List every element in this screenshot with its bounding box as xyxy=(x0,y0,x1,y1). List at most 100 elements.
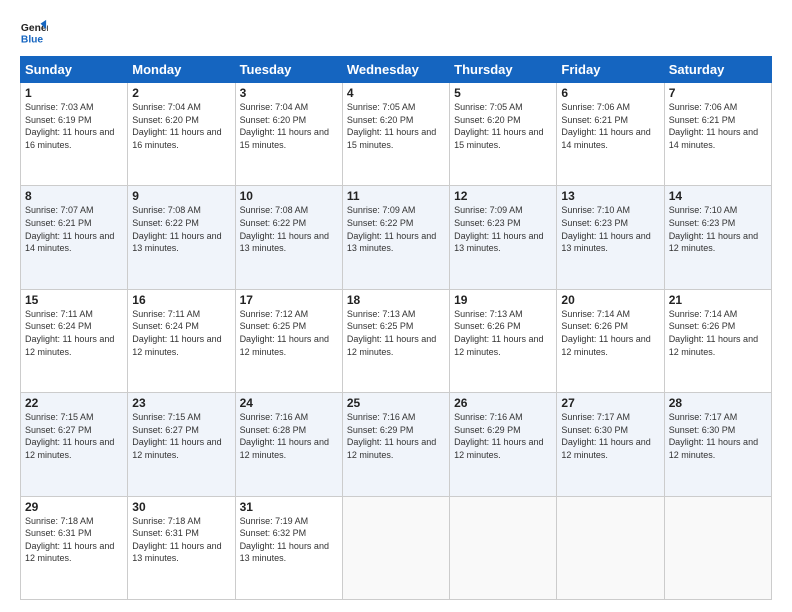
calendar-cell: 13 Sunrise: 7:10 AMSunset: 6:23 PMDayligh… xyxy=(557,186,664,289)
day-number: 25 xyxy=(347,396,445,410)
calendar-cell: 30Sunrise: 7:18 AMSunset: 6:31 PMDayligh… xyxy=(128,496,235,599)
day-info: Sunrise: 7:05 AMSunset: 6:20 PMDaylight:… xyxy=(454,102,543,150)
calendar-weekday-friday: Friday xyxy=(557,57,664,83)
day-info: Sunrise: 7:16 AMSunset: 6:28 PMDaylight:… xyxy=(240,412,329,460)
calendar-cell: 28 Sunrise: 7:17 AMSunset: 6:30 PMDayligh… xyxy=(664,393,771,496)
day-info: Sunrise: 7:13 AMSunset: 6:25 PMDaylight:… xyxy=(347,309,436,357)
calendar-cell: 26 Sunrise: 7:16 AMSunset: 6:29 PMDayligh… xyxy=(450,393,557,496)
day-info: Sunrise: 7:09 AMSunset: 6:22 PMDaylight:… xyxy=(347,205,436,253)
day-info: Sunrise: 7:08 AMSunset: 6:22 PMDaylight:… xyxy=(132,205,221,253)
day-number: 17 xyxy=(240,293,338,307)
day-info: Sunrise: 7:15 AMSunset: 6:27 PMDaylight:… xyxy=(132,412,221,460)
calendar-week-row: 29 Sunrise: 7:18 AMSunset: 6:31 PMDayligh… xyxy=(21,496,772,599)
day-info: Sunrise: 7:14 AMSunset: 6:26 PMDaylight:… xyxy=(561,309,650,357)
svg-text:Blue: Blue xyxy=(21,34,44,45)
calendar-cell: 21 Sunrise: 7:14 AMSunset: 6:26 PMDayligh… xyxy=(664,289,771,392)
day-number: 24 xyxy=(240,396,338,410)
day-info: Sunrise: 7:06 AMSunset: 6:21 PMDaylight:… xyxy=(669,102,758,150)
calendar-week-row: 22 Sunrise: 7:15 AMSunset: 6:27 PMDayligh… xyxy=(21,393,772,496)
day-number: 20 xyxy=(561,293,659,307)
day-number: 9 xyxy=(132,189,230,203)
day-info: Sunrise: 7:07 AMSunset: 6:21 PMDaylight:… xyxy=(25,205,114,253)
calendar-cell: 1Sunrise: 7:03 AMSunset: 6:19 PMDaylight… xyxy=(21,83,128,186)
day-number: 2 xyxy=(132,86,230,100)
calendar-header-row: SundayMondayTuesdayWednesdayThursdayFrid… xyxy=(21,57,772,83)
calendar-cell: 16 Sunrise: 7:11 AMSunset: 6:24 PMDayligh… xyxy=(128,289,235,392)
day-number: 11 xyxy=(347,189,445,203)
calendar-cell: 10 Sunrise: 7:08 AMSunset: 6:22 PMDayligh… xyxy=(235,186,342,289)
day-number: 15 xyxy=(25,293,123,307)
day-number: 5 xyxy=(454,86,552,100)
calendar-cell: 29 Sunrise: 7:18 AMSunset: 6:31 PMDayligh… xyxy=(21,496,128,599)
day-number: 26 xyxy=(454,396,552,410)
day-info: Sunrise: 7:11 AMSunset: 6:24 PMDaylight:… xyxy=(25,309,114,357)
calendar-cell: 15 Sunrise: 7:11 AMSunset: 6:24 PMDayligh… xyxy=(21,289,128,392)
calendar-week-row: 1Sunrise: 7:03 AMSunset: 6:19 PMDaylight… xyxy=(21,83,772,186)
calendar-cell: 3 Sunrise: 7:04 AMSunset: 6:20 PMDaylight… xyxy=(235,83,342,186)
day-number: 12 xyxy=(454,189,552,203)
day-number: 8 xyxy=(25,189,123,203)
calendar-cell: 4 Sunrise: 7:05 AMSunset: 6:20 PMDaylight… xyxy=(342,83,449,186)
day-info: Sunrise: 7:19 AMSunset: 6:32 PMDaylight:… xyxy=(240,516,329,564)
calendar-cell: 25 Sunrise: 7:16 AMSunset: 6:29 PMDayligh… xyxy=(342,393,449,496)
calendar-week-row: 8 Sunrise: 7:07 AMSunset: 6:21 PMDaylight… xyxy=(21,186,772,289)
day-number: 14 xyxy=(669,189,767,203)
day-info: Sunrise: 7:13 AMSunset: 6:26 PMDaylight:… xyxy=(454,309,543,357)
day-number: 21 xyxy=(669,293,767,307)
day-number: 19 xyxy=(454,293,552,307)
calendar-cell: 31 Sunrise: 7:19 AMSunset: 6:32 PMDayligh… xyxy=(235,496,342,599)
calendar-weekday-wednesday: Wednesday xyxy=(342,57,449,83)
calendar-cell: 8 Sunrise: 7:07 AMSunset: 6:21 PMDaylight… xyxy=(21,186,128,289)
day-info: Sunrise: 7:17 AMSunset: 6:30 PMDaylight:… xyxy=(561,412,650,460)
calendar-cell: 6 Sunrise: 7:06 AMSunset: 6:21 PMDaylight… xyxy=(557,83,664,186)
calendar-cell: 20 Sunrise: 7:14 AMSunset: 6:26 PMDayligh… xyxy=(557,289,664,392)
day-number: 28 xyxy=(669,396,767,410)
day-info: Sunrise: 7:11 AMSunset: 6:24 PMDaylight:… xyxy=(132,309,221,357)
day-info: Sunrise: 7:04 AMSunset: 6:20 PMDaylight:… xyxy=(240,102,329,150)
day-info: Sunrise: 7:17 AMSunset: 6:30 PMDaylight:… xyxy=(669,412,758,460)
calendar-weekday-thursday: Thursday xyxy=(450,57,557,83)
calendar-weekday-sunday: Sunday xyxy=(21,57,128,83)
day-number: 4 xyxy=(347,86,445,100)
calendar-cell: 19 Sunrise: 7:13 AMSunset: 6:26 PMDayligh… xyxy=(450,289,557,392)
day-number: 13 xyxy=(561,189,659,203)
day-number: 3 xyxy=(240,86,338,100)
day-number: 31 xyxy=(240,500,338,514)
calendar-cell xyxy=(342,496,449,599)
day-info: Sunrise: 7:05 AMSunset: 6:20 PMDaylight:… xyxy=(347,102,436,150)
calendar-cell: 11 Sunrise: 7:09 AMSunset: 6:22 PMDayligh… xyxy=(342,186,449,289)
calendar-cell: 14Sunrise: 7:10 AMSunset: 6:23 PMDayligh… xyxy=(664,186,771,289)
day-info: Sunrise: 7:16 AMSunset: 6:29 PMDaylight:… xyxy=(454,412,543,460)
day-number: 29 xyxy=(25,500,123,514)
day-number: 16 xyxy=(132,293,230,307)
day-number: 22 xyxy=(25,396,123,410)
calendar-weekday-monday: Monday xyxy=(128,57,235,83)
calendar-cell: 9 Sunrise: 7:08 AMSunset: 6:22 PMDaylight… xyxy=(128,186,235,289)
logo-icon: General Blue xyxy=(20,18,48,46)
day-number: 23 xyxy=(132,396,230,410)
calendar-cell: 27Sunrise: 7:17 AMSunset: 6:30 PMDayligh… xyxy=(557,393,664,496)
day-info: Sunrise: 7:06 AMSunset: 6:21 PMDaylight:… xyxy=(561,102,650,150)
day-info: Sunrise: 7:04 AMSunset: 6:20 PMDaylight:… xyxy=(132,102,221,150)
day-number: 10 xyxy=(240,189,338,203)
day-info: Sunrise: 7:14 AMSunset: 6:26 PMDaylight:… xyxy=(669,309,758,357)
day-info: Sunrise: 7:09 AMSunset: 6:23 PMDaylight:… xyxy=(454,205,543,253)
page-header: General Blue xyxy=(20,18,772,46)
calendar-cell xyxy=(664,496,771,599)
day-info: Sunrise: 7:10 AMSunset: 6:23 PMDaylight:… xyxy=(561,205,650,253)
day-number: 6 xyxy=(561,86,659,100)
day-number: 30 xyxy=(132,500,230,514)
calendar-cell: 22 Sunrise: 7:15 AMSunset: 6:27 PMDayligh… xyxy=(21,393,128,496)
calendar-cell: 2 Sunrise: 7:04 AMSunset: 6:20 PMDaylight… xyxy=(128,83,235,186)
day-number: 7 xyxy=(669,86,767,100)
calendar-table: SundayMondayTuesdayWednesdayThursdayFrid… xyxy=(20,56,772,600)
logo: General Blue xyxy=(20,18,48,46)
day-info: Sunrise: 7:03 AMSunset: 6:19 PMDaylight:… xyxy=(25,102,114,150)
day-info: Sunrise: 7:18 AMSunset: 6:31 PMDaylight:… xyxy=(25,516,114,564)
day-info: Sunrise: 7:16 AMSunset: 6:29 PMDaylight:… xyxy=(347,412,436,460)
day-info: Sunrise: 7:08 AMSunset: 6:22 PMDaylight:… xyxy=(240,205,329,253)
day-info: Sunrise: 7:15 AMSunset: 6:27 PMDaylight:… xyxy=(25,412,114,460)
calendar-cell: 17Sunrise: 7:12 AMSunset: 6:25 PMDayligh… xyxy=(235,289,342,392)
calendar-cell: 18Sunrise: 7:13 AMSunset: 6:25 PMDayligh… xyxy=(342,289,449,392)
calendar-cell xyxy=(450,496,557,599)
